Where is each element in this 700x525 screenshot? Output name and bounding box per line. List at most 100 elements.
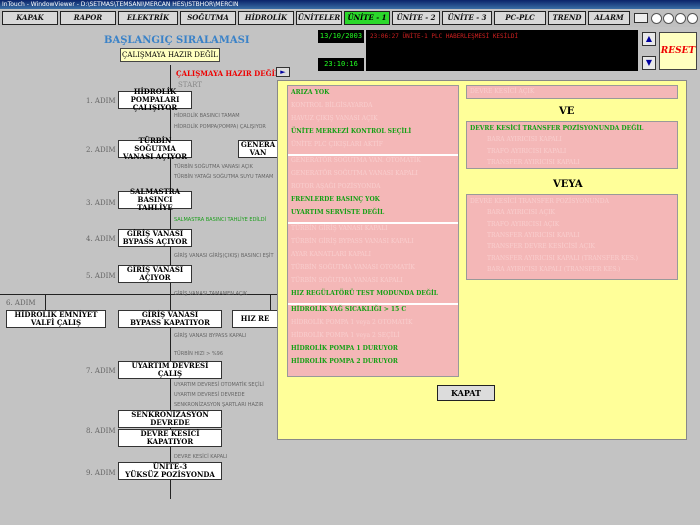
start-arrow-button[interactable]: ► xyxy=(276,67,290,77)
breaker-condition-item: TRANSFER AYIRICISI KAPALI xyxy=(487,231,580,239)
condition-item: TÜRBİN GİRİŞ VANASI KAPALI xyxy=(291,225,388,232)
alarm-display: 23:06:27 ÜNİTE-1 PLC HABERLEŞMESİ KESİLD… xyxy=(366,30,638,71)
note: UYARTIM DEVRESİ DEVREDE xyxy=(174,392,245,398)
sequence-title: BAŞLANGIÇ SIRALAMASI xyxy=(104,35,250,46)
step-box: GENERA VAN xyxy=(238,140,278,158)
note: DEVRE KESİCİ KAPALI xyxy=(174,454,228,460)
step-label: 2. ADIM xyxy=(86,146,116,154)
note: SALMASTRA BASINCI TAHLİYE EDİLDİ xyxy=(174,217,267,223)
date-display: 13/10/2003 xyxy=(318,30,364,43)
step-label: 4. ADIM xyxy=(86,235,116,243)
nav-tab-3[interactable]: SOĞUTMA xyxy=(180,11,236,25)
breaker-condition-item: BARA AYIRICISI KAPALI (TRANSFER KES.) xyxy=(487,265,621,273)
step6-line-left xyxy=(0,294,120,295)
nav-tab-5[interactable]: ÜNİTELER xyxy=(296,11,342,25)
note: HİDROLİK BASINCI TAMAM xyxy=(174,113,240,119)
nav-tab-4[interactable]: HİDROLİK xyxy=(238,11,294,25)
nav-tab-2[interactable]: ELEKTRİK xyxy=(118,11,178,25)
step-label: 9. ADIM xyxy=(86,469,116,477)
start-conditions-popup: ARIZA YOK KONTROL BİLGİSAYARDA HAVUZ ÇIKIŞ… xyxy=(277,80,687,440)
step-box: GİRİŞ VANASI BYPASS KAPATIYOR xyxy=(118,310,222,328)
step-box: GİRİŞ VANASI BYPASS AÇIYOR xyxy=(118,229,192,247)
time-display: 23:10:16 xyxy=(318,58,364,71)
reset-button[interactable]: RESET xyxy=(659,32,697,70)
step-box: HİDROLİK POMPALARI ÇALIŞIYOR xyxy=(118,88,192,112)
status-circle[interactable] xyxy=(675,13,686,24)
condition-item: TÜRBİN GİRİŞ BYPASS VANASI KAPALI xyxy=(291,238,414,245)
condition-item: TÜRBİN SOĞUTMA VANASI KAPALI xyxy=(291,277,403,284)
condition-item: HİDROLİK POMPA 1 DURUYOR xyxy=(291,345,398,352)
condition-item: ÜNİTE PLC ÇIKIŞLARI AKTİF xyxy=(291,141,383,148)
group-separator xyxy=(288,222,458,224)
nav-tab-8[interactable]: ÜNİTE - 3 xyxy=(442,11,492,25)
condition-item: TÜRBİN SOĞUTMA VANASI OTOMATİK xyxy=(291,264,415,271)
condition-item: HİDROLİK YAĞ SICAKLIĞI > 15 C xyxy=(291,306,407,313)
nav-tab-9[interactable]: PC-PLC xyxy=(494,11,546,25)
breaker-condition-item: TRAFO AYIRICISI AÇIK xyxy=(487,220,560,228)
group-separator xyxy=(288,303,458,305)
nav-tab-6[interactable]: ÜNİTE - 1 xyxy=(344,11,390,25)
step-label: 1. ADIM xyxy=(86,97,116,105)
breaker-condition-item: TRANSFER AYIRICISI KAPALI xyxy=(487,158,580,166)
breaker-condition-item: DEVRE KESİCİ TRANSFER POZİSYONUNDA xyxy=(470,198,609,205)
ready-status-box: ÇALIŞMAYA HAZIR DEĞİL xyxy=(120,48,220,62)
breaker-condition-item: TRANSFER DEVRE KESİCİSİ AÇIK xyxy=(487,243,595,251)
group-separator xyxy=(288,154,458,156)
note: GİRİŞ VANASI TAMAMEN AÇIK xyxy=(174,291,248,297)
condition-item: ROTOR AŞAĞI POZİSYONDA xyxy=(291,183,381,190)
condition-item: GENERATÖR SOĞUTMA VAN. OTOMATİK xyxy=(291,157,421,164)
nav-tab-11[interactable]: ALARM xyxy=(588,11,630,25)
status-circle[interactable] xyxy=(687,13,698,24)
step-box: SALMASTRA BASINCI TAHLİYE xyxy=(118,188,192,212)
step-label: 8. ADIM xyxy=(86,427,116,435)
left-conditions-panel: ARIZA YOK KONTROL BİLGİSAYARDA HAVUZ ÇIKIŞ… xyxy=(287,85,459,377)
condition-item: UYARTIM SERVİSTE DEĞİL xyxy=(291,209,385,216)
nav-tab-1[interactable]: RAPOR xyxy=(60,11,116,25)
step-box: HIZ RE xyxy=(232,310,278,328)
note: GİRİŞ VANASI BYPASS KAPALI xyxy=(174,333,247,339)
right-group-2: DEVRE KESİCİ TRANSFER POZİSYONUNDA BARA A… xyxy=(466,194,678,280)
nav-tab-0[interactable]: KAPAK xyxy=(2,11,58,25)
step6-branch xyxy=(45,294,46,310)
step-box: HİDROLİK EMNİYET VALFİ ÇALIŞ xyxy=(6,310,106,328)
note: TÜRBİN SOĞUTMA VANASI AÇIK xyxy=(174,164,253,170)
nav-bar: KAPAK RAPOR ELEKTRİK SOĞUTMA HİDROLİK ÜNİTELE… xyxy=(0,10,700,27)
or-label: VEYA xyxy=(553,179,583,190)
app-window: InTouch - WindowViewer - D:\SETMAS\TEMSA… xyxy=(0,0,700,525)
breaker-condition-item: TRANSFER AYIRICISI KAPALI (TRANSFER KES.… xyxy=(487,254,639,262)
breaker-condition-item: DEVRE KESİCİ TRANSFER POZİSYONUNDA DEĞİL xyxy=(470,125,644,132)
note: TÜRBİN YATAĞI SOĞUTMA SUYU TAMAM xyxy=(174,174,274,180)
printer-icon[interactable] xyxy=(634,13,648,23)
step-box: GİRİŞ VANASI AÇIYOR xyxy=(118,265,192,283)
note: TÜRBİN HIZI > %96 xyxy=(174,351,224,357)
step-box: UYARTIM DEVRESİ ÇALIŞ xyxy=(118,361,222,379)
condition-item: HİDROLİK POMPA 1 veya 2 SEÇİLİ xyxy=(291,332,400,339)
condition-item: HIZ REGÜLATÖRÜ TEST MODUNDA DEĞİL xyxy=(291,290,438,297)
right-group-1: DEVRE KESİCİ TRANSFER POZİSYONUNDA DEĞİL… xyxy=(466,121,678,169)
condition-item: FRENLERDE BASINÇ YOK xyxy=(291,196,380,203)
status-circle[interactable] xyxy=(651,13,662,24)
condition-item: HİDROLİK POMPA 1 veya 2 OTOMATİK xyxy=(291,319,413,326)
condition-item: ARIZA YOK xyxy=(291,89,330,96)
status-circle[interactable] xyxy=(663,13,674,24)
breaker-condition-item: TRAFO AYIRICISI KAPALI xyxy=(487,147,567,155)
main-area: 13/10/2003 23:10:16 23:06:27 ÜNİTE-1 PLC… xyxy=(0,29,700,525)
breaker-condition-item: BARA AYIRICISI AÇIK xyxy=(487,209,555,217)
window-title-bar: InTouch - WindowViewer - D:\SETMAS\TEMSA… xyxy=(0,0,700,9)
step-box: ÜNİTE-3 YÜKSÜZ POZİSYONDA xyxy=(118,462,222,480)
step-box: TÜRBİN SOĞUTMA VANASI AÇIYOR xyxy=(118,137,192,161)
nav-tab-7[interactable]: ÜNİTE - 2 xyxy=(392,11,440,25)
breaker-condition-item: BARA AYIRICISI KAPALI xyxy=(487,136,562,144)
scroll-down-button[interactable]: ▼ xyxy=(642,56,656,70)
close-button[interactable]: KAPAT xyxy=(437,385,495,401)
note: HİDROLİK POMPA(POMPA) ÇALIŞIYOR xyxy=(174,124,266,130)
note: UYARTIM DEVRESİ OTOMATİK SEÇİLİ xyxy=(174,382,264,388)
step-label: 3. ADIM xyxy=(86,199,116,207)
condition-item: ÜNİTE MERKEZİ KONTROL SEÇİLİ xyxy=(291,128,412,135)
condition-item: HİDROLİK POMPA 2 DURUYOR xyxy=(291,358,398,365)
nav-tab-10[interactable]: TREND xyxy=(548,11,586,25)
step-box: SENKRONİZASYON DEVREDE xyxy=(118,410,222,428)
scroll-up-button[interactable]: ▲ xyxy=(642,32,656,46)
and-label: VE xyxy=(559,106,575,117)
condition-item: HAVUZ ÇIKIŞ VANASI AÇIK xyxy=(291,115,378,122)
